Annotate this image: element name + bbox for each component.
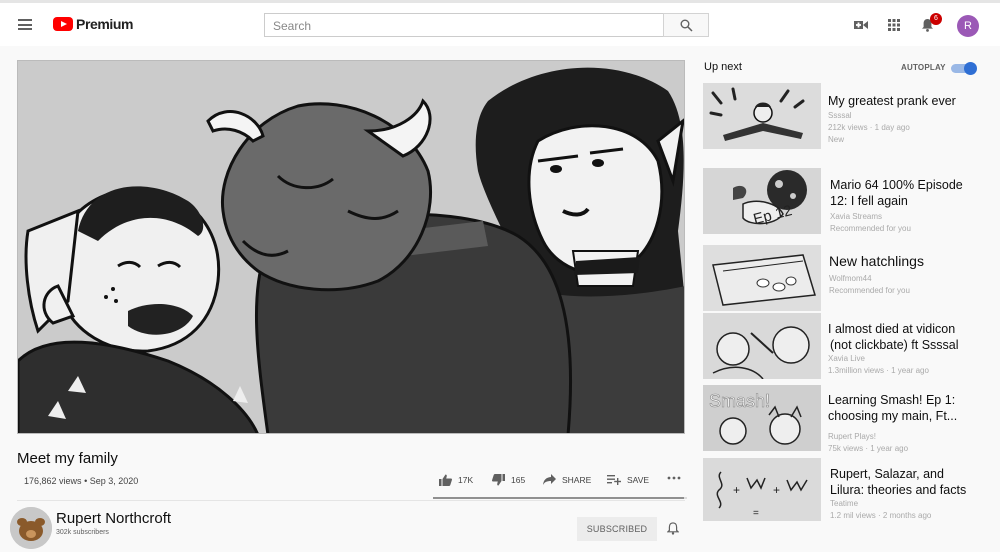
rec-channel[interactable]: Teatime (830, 498, 858, 510)
channel-avatar[interactable] (10, 507, 52, 549)
rec-title-line2[interactable]: choosing my main, Ft... (828, 408, 957, 424)
thumbnail-smash[interactable]: Smash! (703, 385, 821, 451)
share-label: SHARE (562, 474, 592, 485)
rec-channel[interactable]: Rupert Plays! (828, 431, 876, 443)
menu-icon[interactable] (18, 19, 32, 30)
rec-title-line2[interactable]: Lilura: theories and facts (830, 482, 966, 498)
rec-title-line1[interactable]: Rupert, Salazar, and (830, 466, 944, 482)
thumbnail-art: Smash! (703, 385, 821, 451)
thumbnail-mario[interactable]: Ep 12 (703, 168, 821, 234)
autoplay-toggle[interactable] (951, 62, 977, 75)
rec-channel[interactable]: Xavia Streams (830, 211, 882, 223)
rec-title-line2[interactable]: 12: I fell again (830, 193, 908, 209)
masthead: Premium Search 6 R (0, 0, 1000, 46)
youtube-logo[interactable]: Premium (53, 16, 134, 32)
dislike-count: 165 (511, 475, 526, 485)
rec-views: 1.3million views · 1 year ago (828, 366, 929, 375)
svg-text:+: + (773, 483, 780, 497)
rec-title-line1[interactable]: Learning Smash! Ep 1: (828, 392, 955, 408)
thumbs-up-icon (439, 474, 452, 486)
view-count: 176,862 views (24, 476, 82, 486)
create-video-icon[interactable] (854, 20, 868, 30)
thumbnail-art (703, 83, 821, 149)
like-ratio-fill (433, 497, 685, 499)
rec-reason: Recommended for you (829, 286, 910, 295)
rec-channel[interactable]: Xavia Live (828, 353, 865, 365)
up-next-heading: Up next (704, 61, 742, 73)
video-frame-illustration (18, 61, 684, 433)
subscriber-count: 302k subscribers (56, 529, 109, 536)
thumbs-down-icon (492, 474, 505, 486)
rec-views: 212k views · 1 day ago (828, 123, 910, 132)
youtube-play-icon (53, 17, 73, 31)
subscribed-button[interactable]: SUBSCRIBED (577, 517, 657, 541)
playlist-add-icon (607, 475, 621, 485)
brand-label: Premium (76, 16, 134, 32)
video-meta: 176,862 views • Sep 3, 2020 (24, 476, 138, 486)
like-button[interactable]: 17K (439, 474, 473, 486)
rec-channel[interactable]: Ssssal (828, 110, 852, 122)
rec-title[interactable]: New hatchlings (829, 253, 924, 269)
thumbnail-hatchlings[interactable] (703, 245, 821, 311)
search-input[interactable]: Search (264, 13, 664, 37)
apps-grid-icon[interactable] (888, 19, 900, 31)
svg-text:+: + (733, 483, 740, 497)
new-badge: New (828, 135, 845, 144)
save-button[interactable]: SAVE (607, 474, 649, 485)
channel-notification-bell-icon[interactable] (667, 522, 679, 535)
like-ratio-bar (433, 497, 687, 499)
rec-title-line2[interactable]: (not clickbate) ft Ssssal (830, 337, 959, 353)
rec-channel[interactable]: Wolfmom44 (829, 273, 872, 285)
thumbnail-vidicon[interactable] (703, 313, 821, 379)
rec-title-line1[interactable]: Mario 64 100% Episode (830, 177, 963, 193)
share-arrow-icon (543, 474, 556, 485)
more-actions-button[interactable] (667, 476, 687, 480)
thumbnail-art (703, 313, 821, 379)
channel-name[interactable]: Rupert Northcroft (56, 510, 171, 527)
upload-date: Sep 3, 2020 (89, 476, 139, 486)
like-count: 17K (458, 475, 474, 485)
thumbnail-prank[interactable] (703, 83, 821, 149)
video-title: Meet my family (17, 450, 118, 467)
notification-count-badge: 6 (930, 13, 942, 25)
account-avatar[interactable]: R (957, 15, 979, 37)
divider (17, 500, 685, 501)
rec-reason: Recommended for you (830, 224, 911, 233)
thumbnail-art: + + = (703, 458, 821, 521)
dislike-button[interactable]: 165 (492, 474, 525, 486)
more-horizontal-icon (667, 476, 681, 480)
autoplay-label: AUTOPLAY (901, 63, 946, 72)
svg-text:=: = (753, 508, 759, 519)
save-label: SAVE (627, 474, 650, 485)
video-player[interactable] (17, 60, 685, 434)
rec-title[interactable]: My greatest prank ever (828, 93, 956, 109)
rec-views: 75k views · 1 year ago (828, 444, 909, 453)
rec-views: 1.2 mil views · 2 months ago (830, 511, 932, 520)
thumbnail-smash-text: Smash! (709, 391, 770, 411)
channel-avatar-art (10, 507, 52, 549)
search-icon (680, 19, 693, 32)
thumbnail-art (703, 245, 821, 311)
thumbnail-theories[interactable]: + + = (703, 458, 821, 521)
share-button[interactable]: SHARE (543, 474, 591, 485)
rec-title-line1[interactable]: I almost died at vidicon (828, 321, 955, 337)
search-button[interactable] (663, 13, 709, 37)
thumbnail-art: Ep 12 (703, 168, 821, 234)
